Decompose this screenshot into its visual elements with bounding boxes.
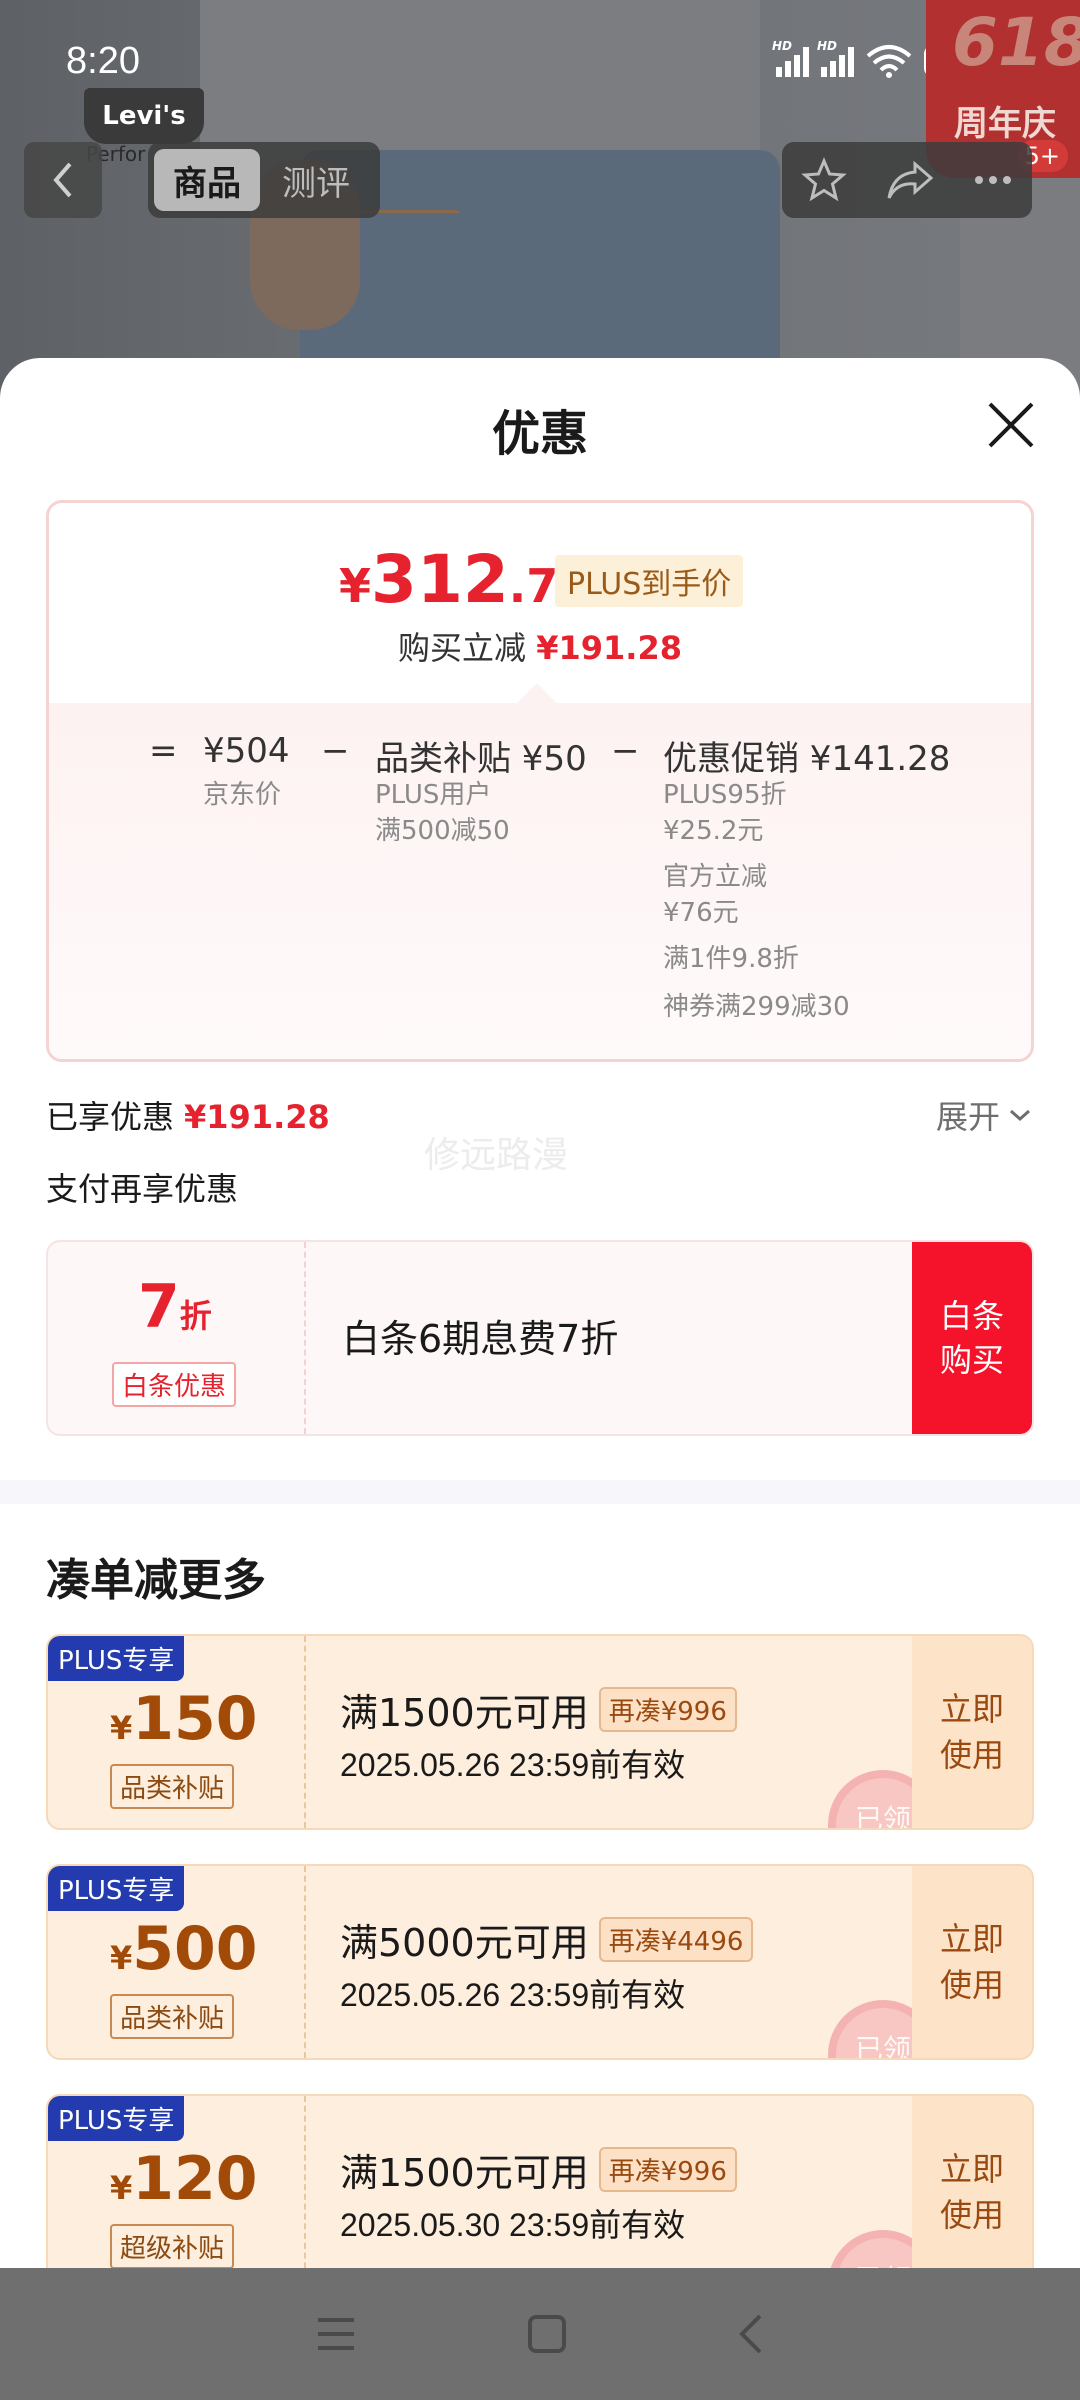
coupon-card: PLUS专享 ¥500 品类补贴 满5000元可用 再凑¥4496 2025.0… xyxy=(46,1864,1034,2060)
price-breakdown-card: ¥ 312 .72 PLUS到手价 购买立减 ¥191.28 = ¥504 京东… xyxy=(46,500,1034,1062)
coupon-extra-tag: 再凑¥4496 xyxy=(598,1917,754,1962)
subsidy-line-2: 满500减50 xyxy=(375,816,510,846)
reduce-value: ¥191.28 xyxy=(536,629,682,667)
plus-exclusive-tag: PLUS专享 xyxy=(48,1636,185,1681)
minus-sign: − xyxy=(321,731,350,771)
reduce-line: 购买立减 ¥191.28 xyxy=(398,629,682,667)
promo-line-4: ¥76元 xyxy=(663,898,739,928)
promo-line-1: PLUS95折 xyxy=(663,780,787,810)
enjoyed-value: ¥191.28 xyxy=(184,1098,330,1136)
base-label: 京东价 xyxy=(203,780,282,810)
share-icon[interactable] xyxy=(885,158,935,202)
back-button[interactable] xyxy=(24,142,102,218)
wifi-icon xyxy=(866,45,912,78)
home-icon[interactable] xyxy=(525,2312,569,2356)
baitiao-tag: 白条优惠 xyxy=(112,1362,237,1407)
base-price: ¥504 xyxy=(203,731,290,771)
system-nav-bar xyxy=(0,2268,1080,2400)
sheet-title: 优惠 xyxy=(491,406,588,462)
menu-icon[interactable] xyxy=(314,2314,358,2354)
coupon-expiry: 2025.05.30 23:59前有效 xyxy=(340,2207,686,2243)
header-tabs: 商品 测评 xyxy=(148,142,380,218)
header-actions xyxy=(782,142,1032,218)
promo-number: 618 xyxy=(952,4,1080,81)
plus-price-tag: PLUS到手价 xyxy=(555,555,744,607)
coupon-condition: 满1500元可用 再凑¥996 xyxy=(340,1682,737,1737)
coupon-expiry: 2025.05.26 23:59前有效 xyxy=(340,1977,686,2013)
coupon-condition: 满5000元可用 再凑¥4496 xyxy=(340,1912,754,1967)
minus-sign-2: − xyxy=(611,731,640,771)
chevron-left-icon xyxy=(53,162,72,198)
plus-exclusive-tag: PLUS专享 xyxy=(48,1866,185,1911)
expand-button[interactable]: 展开 xyxy=(936,1092,1032,1138)
use-now-button[interactable]: 立即 使用 xyxy=(912,1866,1032,2058)
price-formula: = ¥504 京东价 − 品类补贴 ¥50 PLUS用户 满500减50 − 优… xyxy=(49,703,1031,1059)
tab-product[interactable]: 商品 xyxy=(154,149,260,211)
watermark-text: 修远路漫 xyxy=(424,1135,569,1176)
final-price: ¥ 312 .72 xyxy=(339,541,591,618)
star-icon[interactable] xyxy=(801,157,847,203)
coupon-expiry: 2025.05.26 23:59前有效 xyxy=(340,1747,686,1783)
signal-icon: HD xyxy=(772,39,809,77)
promo-line-6: 神券满299减30 xyxy=(663,992,850,1022)
baitiao-offer: 7折 白条优惠 白条6期息费7折 白条 购买 xyxy=(46,1240,1034,1436)
status-bar: 8:20 HD HD 85 xyxy=(0,0,1080,130)
promo-text: 周年庆 xyxy=(954,104,1056,144)
coupon-amount: ¥150 xyxy=(110,1684,258,1754)
baitiao-discount: 7折 xyxy=(138,1272,212,1342)
promo-line-5: 满1件9.8折 xyxy=(663,944,799,974)
coupon-amount: ¥500 xyxy=(110,1914,258,1984)
subsidy-value: 品类补贴 ¥50 xyxy=(375,739,587,779)
more-icon[interactable] xyxy=(973,174,1013,186)
equals-sign: = xyxy=(149,731,178,771)
promo-line-2: ¥25.2元 xyxy=(663,816,764,846)
enjoyed-discount: 已享优惠 ¥191.28 xyxy=(46,1098,330,1136)
more-coupons-title: 凑单减更多 xyxy=(46,1555,266,1606)
coupon-type-tag: 品类补贴 xyxy=(110,1764,235,1809)
signal-icon-2: HD xyxy=(817,39,854,77)
coupon-card: PLUS专享 ¥150 品类补贴 满1500元可用 再凑¥996 2025.05… xyxy=(46,1634,1034,1830)
section-divider xyxy=(0,1480,1080,1504)
coupon-type-tag: 超级补贴 xyxy=(110,2224,235,2268)
back-nav-icon[interactable] xyxy=(736,2312,766,2356)
coupon-extra-tag: 再凑¥996 xyxy=(598,2147,737,2192)
coupon-type-tag: 品类补贴 xyxy=(110,1994,235,2039)
coupon-amount: ¥120 xyxy=(110,2144,258,2214)
baitiao-text: 白条6期息费7折 xyxy=(342,1317,619,1361)
plus-exclusive-tag: PLUS专享 xyxy=(48,2096,185,2141)
pay-discount-title: 支付再享优惠 xyxy=(46,1170,239,1208)
use-now-button[interactable]: 立即 使用 xyxy=(912,2096,1032,2268)
promo-line-3: 官方立减 xyxy=(663,862,768,892)
use-now-button[interactable]: 立即 使用 xyxy=(912,1636,1032,1828)
close-icon[interactable] xyxy=(984,398,1038,452)
coupon-card: PLUS专享 ¥120 超级补贴 满1500元可用 再凑¥996 2025.05… xyxy=(46,2094,1034,2268)
promo-value: 优惠促销 ¥141.28 xyxy=(663,739,951,779)
coupon-extra-tag: 再凑¥996 xyxy=(598,1687,737,1732)
discount-sheet: 优惠 ¥ 312 .72 PLUS到手价 购买立减 ¥191.28 = ¥504… xyxy=(0,358,1080,2268)
chevron-down-icon xyxy=(1010,1109,1031,1122)
subsidy-line-1: PLUS用户 xyxy=(375,780,492,810)
baitiao-buy-button[interactable]: 白条 购买 xyxy=(912,1242,1032,1434)
tab-review[interactable]: 测评 xyxy=(266,149,366,211)
status-time: 8:20 xyxy=(66,40,140,82)
coupon-condition: 满1500元可用 再凑¥996 xyxy=(340,2142,737,2197)
